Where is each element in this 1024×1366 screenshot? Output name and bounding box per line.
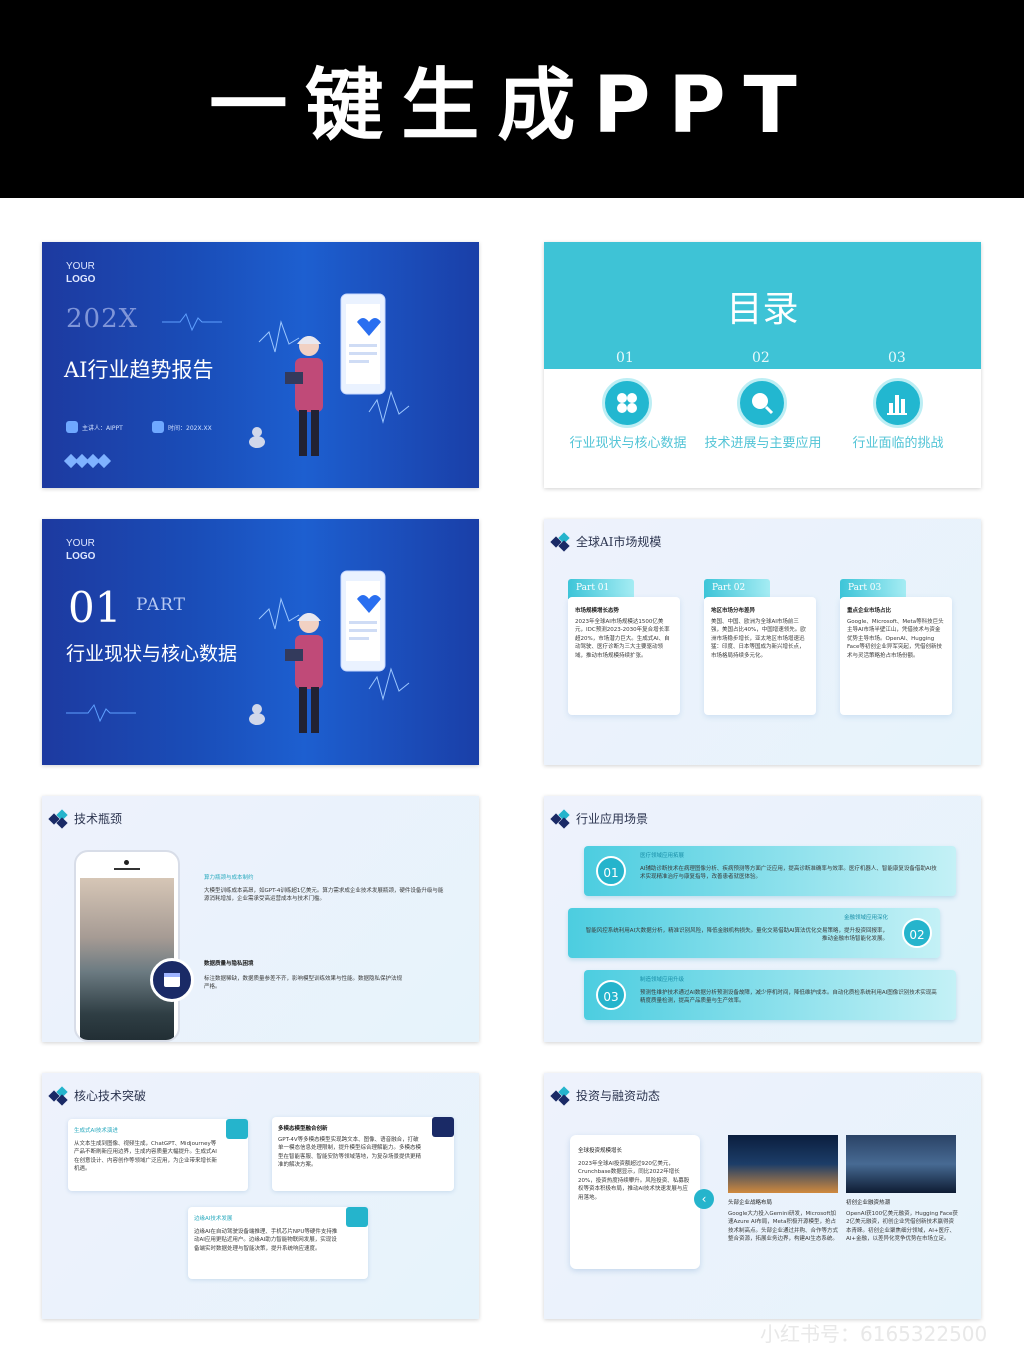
- toc-item-number: 03: [888, 350, 906, 366]
- slide-thumbnail-applications[interactable]: 行业应用场景 01 医疗领域应用拓展 AI辅助诊断技术在病理图像分析、疾病预测等…: [544, 796, 981, 1042]
- calendar-icon: [152, 421, 164, 433]
- market-card: 地区市场分布差异 美国、中国、欧洲为全球AI市场前三强，美国占比40%，中国增速…: [704, 597, 816, 715]
- slide-thumbnail-core-tech[interactable]: 核心技术突破 生成式AI技术演进 从文本生成到图像、视频生成，ChatGPT、M…: [42, 1073, 479, 1319]
- slide-title: 核心技术突破: [74, 1089, 147, 1103]
- city-night-photo: [728, 1135, 838, 1193]
- slide-thumbnail-toc[interactable]: 目录 01 行业现状与核心数据 02 技术进展与主要应用 03 行业面临的挑战: [544, 242, 981, 488]
- presenter-badge: 主讲人：AIPPT: [66, 420, 123, 434]
- search-icon: [737, 378, 787, 428]
- lake-tree-photo: [80, 878, 174, 1040]
- slide-thumbnail-investment[interactable]: 投资与融资动态 全球投资规模增长 2023年全球AI投资额超过920亿美元，Cr…: [544, 1073, 981, 1319]
- part-tab: Part 01: [568, 579, 634, 599]
- diamond-logo-icon: [550, 1085, 572, 1106]
- tech-box: 多模态模型融合创新 GPT-4V等多模态模型实现跨文本、图像、语音融合，打破单一…: [272, 1117, 454, 1191]
- bar-chart-icon: [432, 1117, 454, 1137]
- part-label: PART: [136, 595, 186, 615]
- slide-thumbnail-tech-bottleneck[interactable]: 技术瓶颈 算力瓶颈与成本制约 大模型训练成本高昂，如GPT-4训练超1亿美元。算…: [42, 796, 479, 1042]
- user-icon: [66, 421, 78, 433]
- slide-thumbnail-title[interactable]: YOUR LOGO 202X AI行业趋势报告 主讲人：AIPPT 时间：202…: [42, 242, 479, 488]
- tech-box: 生成式AI技术演进 从文本生成到图像、视频生成，ChatGPT、Midjourn…: [68, 1119, 248, 1191]
- toc-item-label: 行业面临的挑战: [852, 436, 944, 451]
- toc-item-label: 行业现状与核心数据: [569, 436, 687, 451]
- logo: YOUR LOGO: [66, 538, 96, 562]
- diamond-logo-icon: [550, 808, 572, 829]
- toc-title: 目录: [726, 289, 799, 330]
- market-card: 重点企业市场占比 Google、Microsoft、Meta等科技巨头主导AI市…: [840, 597, 952, 715]
- application-scroll: 02 金融领域应用深化 智能风控系统利用AI大数据分析，精准识别风险，降低金融机…: [568, 908, 940, 958]
- date-badge: 时间：202X.XX: [152, 420, 212, 434]
- heartbeat-line-icon: [66, 703, 136, 723]
- calendar-icon: [226, 1119, 248, 1139]
- investment-column: 头部企业战略布局 Google大力投入Gemini研发，Microsoft加速A…: [728, 1200, 839, 1242]
- slide-title: 投资与融资动态: [576, 1089, 661, 1103]
- slide-thumbnail-market-size[interactable]: 全球AI市场规模 Part 01 市场规模增长态势 2023年全球AI市场规模达…: [544, 519, 981, 765]
- diamond-logo-icon: [48, 1085, 70, 1106]
- skyline-photo: [846, 1135, 956, 1193]
- report-title: AI行业趋势报告: [64, 358, 214, 382]
- gear-icon: [346, 1207, 368, 1227]
- header-banner: 一键生成PPT: [0, 0, 1024, 198]
- grid-icon: [602, 378, 652, 428]
- part-tab: Part 03: [840, 579, 906, 599]
- slide-thumbnail-part-01[interactable]: YOUR LOGO 01 PART 行业现状与核心数据: [42, 519, 479, 765]
- part-number: 01: [68, 583, 122, 632]
- toc-item-number: 02: [752, 350, 770, 366]
- bar-chart-icon: [873, 378, 923, 428]
- woman-with-phone-illustration: [249, 570, 410, 733]
- part-tab: Part 02: [704, 579, 770, 599]
- woman-with-phone-illustration: [249, 293, 410, 456]
- application-scroll: 03 制造领域应用升级 预测性维护技术通过AI数据分析预测设备故障，减少停机时间…: [584, 970, 956, 1020]
- investment-column: 初创企业融资热潮 OpenAI获100亿美元融资，Hugging Face获2亿…: [846, 1200, 958, 1242]
- chevron-left-icon[interactable]: ‹: [694, 1189, 714, 1209]
- application-scroll: 01 医疗领域应用拓展 AI辅助诊断技术在病理图像分析、疾病预测等方面广泛应用，…: [584, 846, 956, 896]
- heartbeat-line-icon: [162, 312, 222, 332]
- diamond-logo-icon: [550, 531, 572, 552]
- slide-title: 全球AI市场规模: [576, 535, 662, 549]
- toc-item-number: 01: [616, 350, 634, 366]
- toc-item-label: 技术进展与主要应用: [704, 436, 822, 451]
- slide-title: 技术瓶颈: [74, 812, 123, 826]
- banner-title: 一键生成PPT: [209, 61, 815, 151]
- slide-title: 行业应用场景: [576, 812, 649, 826]
- decorative-diamonds: [63, 453, 112, 469]
- bottleneck-block: 数据质量与隐私困境 标注数据稀缺，数据质量参差不齐，影响模型训练效果与性能。数据…: [204, 961, 403, 990]
- market-card: 市场规模增长态势 2023年全球AI市场规模达1500亿美元，IDC预测2023…: [568, 597, 680, 715]
- logo: YOUR LOGO: [66, 261, 96, 285]
- tech-box: 边缘AI技术发展 边缘AI在自动驾驶设备端推理、手机芯片NPU等硬件支持推动AI…: [188, 1207, 368, 1279]
- calendar-icon: [150, 958, 194, 1002]
- investment-card: 全球投资规模增长 2023年全球AI投资额超过920亿美元，Crunchbase…: [570, 1135, 700, 1269]
- part-title: 行业现状与核心数据: [66, 643, 238, 665]
- report-year: 202X: [66, 304, 139, 334]
- phone-mockup: [74, 850, 180, 1042]
- diamond-logo-icon: [48, 808, 70, 829]
- bottleneck-block: 算力瓶颈与成本制约 大模型训练成本高昂，如GPT-4训练超1亿美元。算力需求成企…: [204, 875, 444, 902]
- watermark: 小红书号：6165322500: [760, 1322, 988, 1346]
